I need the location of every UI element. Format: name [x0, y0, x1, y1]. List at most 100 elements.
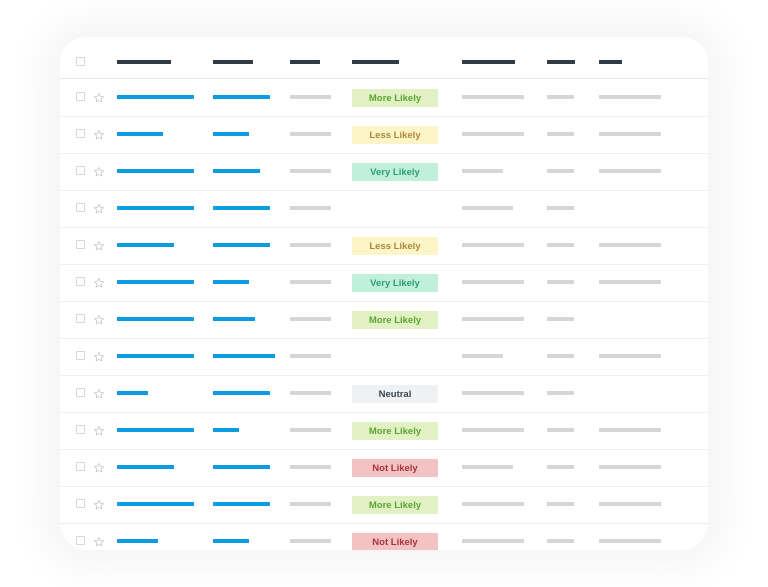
row-placeholder-6 — [547, 169, 574, 173]
star-icon[interactable] — [93, 461, 105, 473]
table-row[interactable]: Very Likely — [60, 153, 708, 191]
row-checkbox[interactable] — [76, 314, 85, 323]
table-row[interactable]: More Likely — [60, 412, 708, 450]
row-placeholder-7 — [599, 354, 661, 358]
row-placeholder-3 — [290, 132, 331, 136]
row-link-primary[interactable] — [117, 132, 163, 136]
row-placeholder-3 — [290, 428, 331, 432]
row-placeholder-5 — [462, 132, 524, 136]
row-link-secondary[interactable] — [213, 539, 249, 543]
row-link-primary[interactable] — [117, 95, 194, 99]
likelihood-badge: Very Likely — [352, 274, 438, 292]
row-link-primary[interactable] — [117, 317, 194, 321]
likelihood-badge: Not Likely — [352, 533, 438, 550]
row-placeholder-6 — [547, 465, 574, 469]
table-row[interactable]: Not Likely — [60, 449, 708, 487]
row-placeholder-6 — [547, 539, 574, 543]
row-link-primary[interactable] — [117, 280, 194, 284]
row-checkbox[interactable] — [76, 240, 85, 249]
row-link-secondary[interactable] — [213, 465, 270, 469]
column-header-6[interactable] — [547, 60, 575, 64]
column-header-1[interactable] — [117, 60, 171, 64]
star-icon[interactable] — [93, 202, 105, 214]
star-icon[interactable] — [93, 387, 105, 399]
row-placeholder-7 — [599, 539, 661, 543]
row-placeholder-6 — [547, 132, 574, 136]
likelihood-badge: Not Likely — [352, 459, 438, 477]
star-icon[interactable] — [93, 276, 105, 288]
row-checkbox[interactable] — [76, 203, 85, 212]
column-header-5[interactable] — [462, 60, 515, 64]
row-checkbox[interactable] — [76, 351, 85, 360]
table-row[interactable]: More Likely — [60, 486, 708, 524]
row-link-primary[interactable] — [117, 428, 194, 432]
table-row[interactable] — [60, 190, 708, 228]
row-placeholder-7 — [599, 428, 661, 432]
row-link-primary[interactable] — [117, 169, 194, 173]
row-checkbox[interactable] — [76, 536, 85, 545]
row-link-secondary[interactable] — [213, 206, 270, 210]
row-link-primary[interactable] — [117, 539, 158, 543]
table-row[interactable]: Not Likely — [60, 523, 708, 550]
row-link-secondary[interactable] — [213, 354, 275, 358]
row-link-primary[interactable] — [117, 243, 174, 247]
row-link-secondary[interactable] — [213, 243, 270, 247]
row-placeholder-5 — [462, 206, 513, 210]
table-row[interactable] — [60, 338, 708, 376]
row-checkbox[interactable] — [76, 462, 85, 471]
row-placeholder-3 — [290, 206, 331, 210]
row-placeholder-6 — [547, 280, 574, 284]
row-placeholder-3 — [290, 169, 331, 173]
row-link-primary[interactable] — [117, 502, 194, 506]
star-icon[interactable] — [93, 128, 105, 140]
row-checkbox[interactable] — [76, 92, 85, 101]
table-row[interactable]: More Likely — [60, 79, 708, 117]
row-checkbox[interactable] — [76, 129, 85, 138]
row-placeholder-6 — [547, 391, 574, 395]
column-header-3[interactable] — [290, 60, 320, 64]
row-link-secondary[interactable] — [213, 391, 270, 395]
row-checkbox[interactable] — [76, 499, 85, 508]
table-row[interactable]: More Likely — [60, 301, 708, 339]
select-all-checkbox[interactable] — [76, 57, 85, 66]
table-row[interactable]: Neutral — [60, 375, 708, 413]
star-icon[interactable] — [93, 313, 105, 325]
star-icon[interactable] — [93, 350, 105, 362]
star-icon[interactable] — [93, 91, 105, 103]
table-row[interactable]: Less Likely — [60, 116, 708, 154]
row-placeholder-5 — [462, 502, 524, 506]
table-row[interactable]: Less Likely — [60, 227, 708, 265]
star-icon[interactable] — [93, 535, 105, 547]
column-header-7[interactable] — [599, 60, 622, 64]
row-link-primary[interactable] — [117, 391, 148, 395]
row-placeholder-7 — [599, 465, 661, 469]
row-checkbox[interactable] — [76, 425, 85, 434]
likelihood-badge: Less Likely — [352, 237, 438, 255]
row-checkbox[interactable] — [76, 166, 85, 175]
column-header-likelihood[interactable] — [352, 60, 399, 64]
row-link-secondary[interactable] — [213, 428, 239, 432]
row-link-secondary[interactable] — [213, 317, 255, 321]
row-placeholder-3 — [290, 465, 331, 469]
table-row[interactable]: Very Likely — [60, 264, 708, 302]
row-link-primary[interactable] — [117, 465, 174, 469]
row-link-secondary[interactable] — [213, 169, 260, 173]
star-icon[interactable] — [93, 424, 105, 436]
star-icon[interactable] — [93, 498, 105, 510]
row-placeholder-3 — [290, 539, 331, 543]
row-link-secondary[interactable] — [213, 280, 249, 284]
row-link-secondary[interactable] — [213, 502, 270, 506]
row-link-secondary[interactable] — [213, 95, 270, 99]
row-link-primary[interactable] — [117, 206, 194, 210]
row-link-primary[interactable] — [117, 354, 194, 358]
data-table-card: More Likely Less Likely Very Likely Less Li… — [60, 37, 708, 550]
row-link-secondary[interactable] — [213, 132, 249, 136]
column-header-2[interactable] — [213, 60, 253, 64]
row-placeholder-6 — [547, 317, 574, 321]
row-checkbox[interactable] — [76, 388, 85, 397]
row-placeholder-5 — [462, 539, 524, 543]
star-icon[interactable] — [93, 239, 105, 251]
likelihood-badge: Very Likely — [352, 163, 438, 181]
row-checkbox[interactable] — [76, 277, 85, 286]
star-icon[interactable] — [93, 165, 105, 177]
